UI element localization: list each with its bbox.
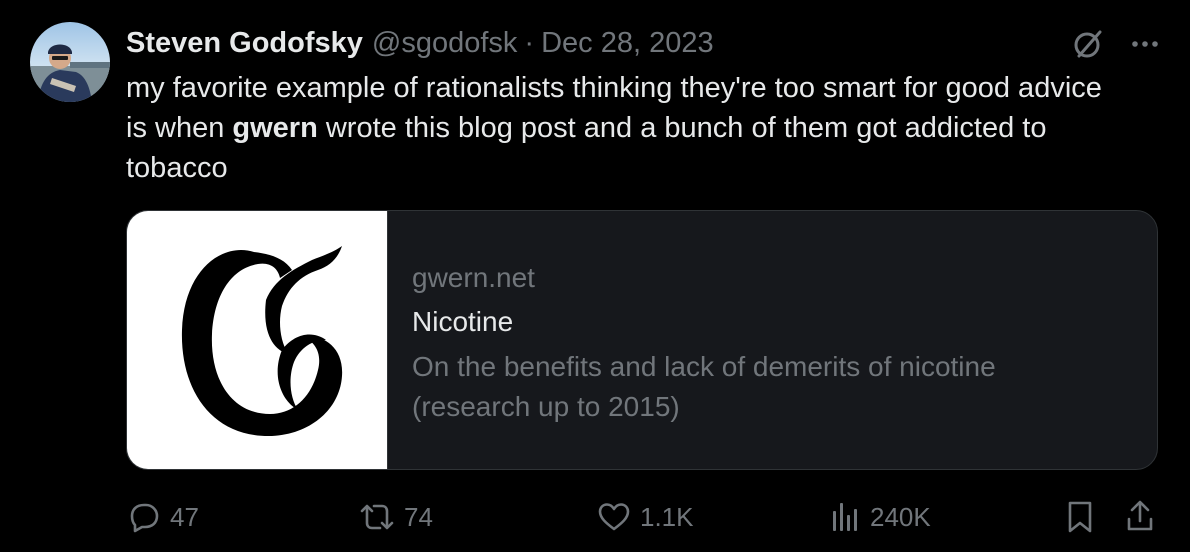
post-date[interactable]: Dec 28, 2023 [541,27,714,60]
card-description: On the benefits and lack of demerits of … [412,351,996,422]
heart-icon [598,503,630,531]
share-button[interactable] [1124,496,1156,538]
post-header: Steven Godofsky @sgodofsk · Dec 28, 2023 [126,24,714,62]
author-name[interactable]: Steven Godofsky [126,27,363,60]
views-icon [833,503,857,531]
action-bar: 47 74 1.1K 240K [126,496,1160,538]
author-handle[interactable]: @sgodofsk [372,27,518,60]
reply-icon [130,503,159,533]
card-title: Nicotine [412,306,514,337]
views-count: 240K [870,501,931,532]
post-text: my favorite example of rationalists thin… [126,68,1126,188]
logo-letter: G [162,230,163,231]
card-thumbnail: G [127,211,388,469]
views-button[interactable]: 240K [830,496,931,538]
repost-count: 74 [404,501,433,532]
share-icon [1127,500,1153,531]
like-count: 1.1K [640,501,694,532]
repost-button[interactable]: 74 [358,496,433,538]
card-domain: gwern.net [412,262,535,293]
post-top-actions [1070,26,1160,62]
reply-count: 47 [170,501,199,532]
card-body: gwern.net Nicotine On the benefits and l… [388,211,1092,469]
separator: · [524,26,535,59]
avatar[interactable] [30,22,110,102]
bookmark-button[interactable] [1064,496,1096,538]
mention-gwern[interactable]: gwern [232,112,317,144]
link-card[interactable]: G gwern.net Nicotine On the benefits and… [126,210,1158,470]
like-button[interactable]: 1.1K [596,496,694,538]
reply-button[interactable]: 47 [126,496,199,538]
bookmark-icon [1068,501,1092,533]
grok-icon[interactable] [1070,26,1106,62]
avatar-photo [30,22,110,102]
more-icon[interactable] [1130,29,1160,59]
repost-icon [360,504,394,530]
gwern-logo: G [162,230,343,437]
